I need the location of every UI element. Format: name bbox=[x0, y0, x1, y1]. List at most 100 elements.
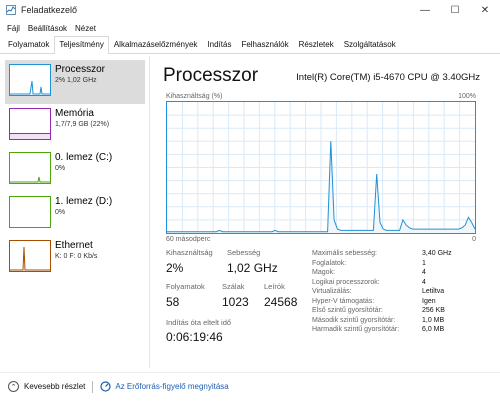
property-name: Maximális sebesség: bbox=[312, 250, 377, 257]
property-row: Hyper-V támogatás: Igen bbox=[312, 297, 482, 307]
sidebar-disk-c-title: 0. lemez (C:) bbox=[55, 152, 113, 163]
property-value: 3,40 GHz bbox=[422, 250, 452, 257]
window-title: Feladatkezelő bbox=[21, 5, 78, 15]
footer-divider bbox=[92, 380, 94, 393]
cpu-detail-panel: Processzor Intel(R) Core(TM) i5-4670 CPU… bbox=[160, 56, 490, 368]
page-title: Processzor bbox=[163, 65, 259, 86]
property-name: Virtualizálás: bbox=[312, 288, 352, 295]
sidebar-disk-d-sub: 0% bbox=[55, 209, 66, 216]
chevron-up-icon: ⌃ bbox=[8, 381, 19, 392]
graph-y-label: Kihasználtság (%) bbox=[166, 93, 223, 100]
property-name: Első szintű gyorsítótár: bbox=[312, 307, 383, 314]
threads-value: 1023 bbox=[222, 295, 249, 309]
graph-time-span: 60 másodperc bbox=[166, 236, 211, 243]
sidebar-cpu-title: Processzor bbox=[55, 64, 106, 75]
property-row: Magok: 4 bbox=[312, 268, 482, 278]
ethernet-thumbnail-graph bbox=[10, 246, 50, 271]
tab-strip: Folyamatok Teljesítmény Alkalmazáselőzmé… bbox=[0, 36, 500, 54]
property-name: Magok: bbox=[312, 269, 335, 276]
handles-value: 24568 bbox=[264, 295, 298, 309]
sidebar-memory-sub: 1,7/7,9 GB (22%) bbox=[55, 121, 110, 128]
property-value: 1,0 MB bbox=[422, 316, 445, 324]
speed-value: 1,02 GHz bbox=[227, 261, 278, 275]
close-button[interactable]: ✕ bbox=[470, 0, 500, 20]
property-row: Első szintű gyorsítótár: 256 KB bbox=[312, 306, 482, 316]
sidebar-disk-d-title: 1. lemez (D:) bbox=[55, 196, 113, 207]
tab-services[interactable]: Szolgáltatások bbox=[339, 36, 401, 53]
tab-processes[interactable]: Folyamatok bbox=[3, 36, 54, 53]
property-row: Maximális sebesség: 3,40 GHz bbox=[312, 249, 482, 259]
sidebar-disk-c-sub: 0% bbox=[55, 165, 66, 172]
disk-c-thumbnail bbox=[9, 152, 51, 184]
cpu-thumbnail-graph bbox=[10, 80, 50, 95]
utilization-label: Kihasználtság bbox=[166, 248, 213, 257]
memory-thumbnail bbox=[9, 108, 51, 140]
fewer-details-label: Kevesebb részlet bbox=[24, 382, 86, 391]
graph-max-label: 100% bbox=[458, 93, 476, 100]
property-value: 4 bbox=[422, 269, 426, 276]
task-manager-icon bbox=[6, 5, 16, 15]
menu-options[interactable]: Beállítások bbox=[24, 24, 71, 33]
threads-label: Szálak bbox=[222, 282, 245, 291]
property-row: Második szintű gyorsítótár: 1,0 MB bbox=[312, 316, 482, 326]
sidebar-item-ethernet[interactable]: Ethernet K: 0 F: 0 Kb/s bbox=[5, 236, 145, 280]
uptime-label: Indítás óta eltelt idő bbox=[166, 318, 232, 327]
window-controls: — ☐ ✕ bbox=[410, 0, 500, 20]
sidebar-item-disk-c[interactable]: 0. lemez (C:) 0% bbox=[5, 148, 145, 192]
cpu-properties: Maximális sebesség: 3,40 GHz Foglalatok: 1… bbox=[312, 249, 482, 335]
menu-file[interactable]: Fájl bbox=[3, 24, 24, 33]
property-row: Harmadik szintű gyorsítótár: 6,0 MB bbox=[312, 325, 482, 335]
sidebar-item-memory[interactable]: Memória 1,7/7,9 GB (22%) bbox=[5, 104, 145, 148]
resource-monitor-icon bbox=[100, 381, 111, 392]
property-row: Foglalatok: 1 bbox=[312, 259, 482, 269]
utilization-value: 2% bbox=[166, 261, 184, 275]
property-row: Logikai processzorok: 4 bbox=[312, 278, 482, 288]
property-name: Logikai processzorok: bbox=[312, 278, 380, 286]
tab-details[interactable]: Részletek bbox=[294, 36, 339, 53]
minimize-button[interactable]: — bbox=[410, 0, 440, 20]
title-bar: Feladatkezelő — ☐ ✕ bbox=[0, 0, 500, 20]
sidebar-cpu-sub: 2% 1,02 GHz bbox=[55, 77, 97, 84]
property-name: Foglalatok: bbox=[312, 259, 347, 267]
menu-view[interactable]: Nézet bbox=[71, 24, 100, 33]
fewer-details-button[interactable]: ⌃ Kevesebb részlet bbox=[8, 381, 85, 392]
sidebar-memory-title: Memória bbox=[55, 108, 94, 119]
sidebar-ethernet-sub: K: 0 F: 0 Kb/s bbox=[55, 253, 98, 260]
processes-value: 58 bbox=[166, 295, 180, 309]
ethernet-thumbnail bbox=[9, 240, 51, 272]
graph-min-label: 0 bbox=[472, 236, 476, 243]
handles-label: Leírók bbox=[264, 282, 285, 291]
sidebar-ethernet-title: Ethernet bbox=[55, 240, 93, 251]
property-name: Második szintű gyorsítótár: bbox=[312, 316, 396, 324]
property-value: 4 bbox=[422, 278, 426, 286]
menu-bar: Fájl Beállítások Nézet bbox=[0, 20, 500, 36]
tab-users[interactable]: Felhasználók bbox=[236, 36, 293, 53]
cpu-thumbnail bbox=[9, 64, 51, 96]
uptime-value: 0:06:19:46 bbox=[166, 330, 223, 344]
sidebar-item-disk-d[interactable]: 1. lemez (D:) 0% bbox=[5, 192, 145, 236]
property-value: 1 bbox=[422, 259, 426, 267]
property-value: 6,0 MB bbox=[422, 326, 445, 333]
tab-performance[interactable]: Teljesítmény bbox=[54, 36, 109, 54]
speed-label: Sebesség bbox=[227, 248, 261, 257]
footer-bar: ⌃ Kevesebb részlet Az Erőforrás-figyelő … bbox=[0, 372, 500, 400]
sidebar-item-cpu[interactable]: Processzor 2% 1,02 GHz bbox=[5, 60, 145, 104]
property-name: Hyper-V támogatás: bbox=[312, 297, 375, 305]
open-resource-monitor-link[interactable]: Az Erőforrás-figyelő megnyitása bbox=[100, 381, 229, 392]
property-name: Harmadik szintű gyorsítótár: bbox=[312, 326, 400, 333]
resource-sidebar: Processzor 2% 1,02 GHz Memória 1,7/7,9 G… bbox=[0, 56, 150, 368]
tab-startup[interactable]: Indítás bbox=[202, 36, 236, 53]
disk-c-thumbnail-graph bbox=[10, 176, 50, 183]
cpu-usage-chart bbox=[167, 102, 476, 233]
property-row: Virtualizálás: Letiltva bbox=[312, 287, 482, 297]
disk-d-thumbnail bbox=[9, 196, 51, 228]
cpu-usage-graph bbox=[166, 101, 476, 234]
property-value: Letiltva bbox=[422, 288, 445, 295]
property-value: 256 KB bbox=[422, 307, 445, 314]
property-value: Igen bbox=[422, 297, 436, 305]
maximize-button[interactable]: ☐ bbox=[440, 0, 470, 20]
resource-monitor-label: Az Erőforrás-figyelő megnyitása bbox=[115, 382, 229, 391]
tab-app-history[interactable]: Alkalmazáselőzmények bbox=[109, 36, 203, 53]
processes-label: Folyamatok bbox=[166, 282, 205, 291]
cpu-model-name: Intel(R) Core(TM) i5-4670 CPU @ 3.40GHz bbox=[296, 72, 480, 83]
